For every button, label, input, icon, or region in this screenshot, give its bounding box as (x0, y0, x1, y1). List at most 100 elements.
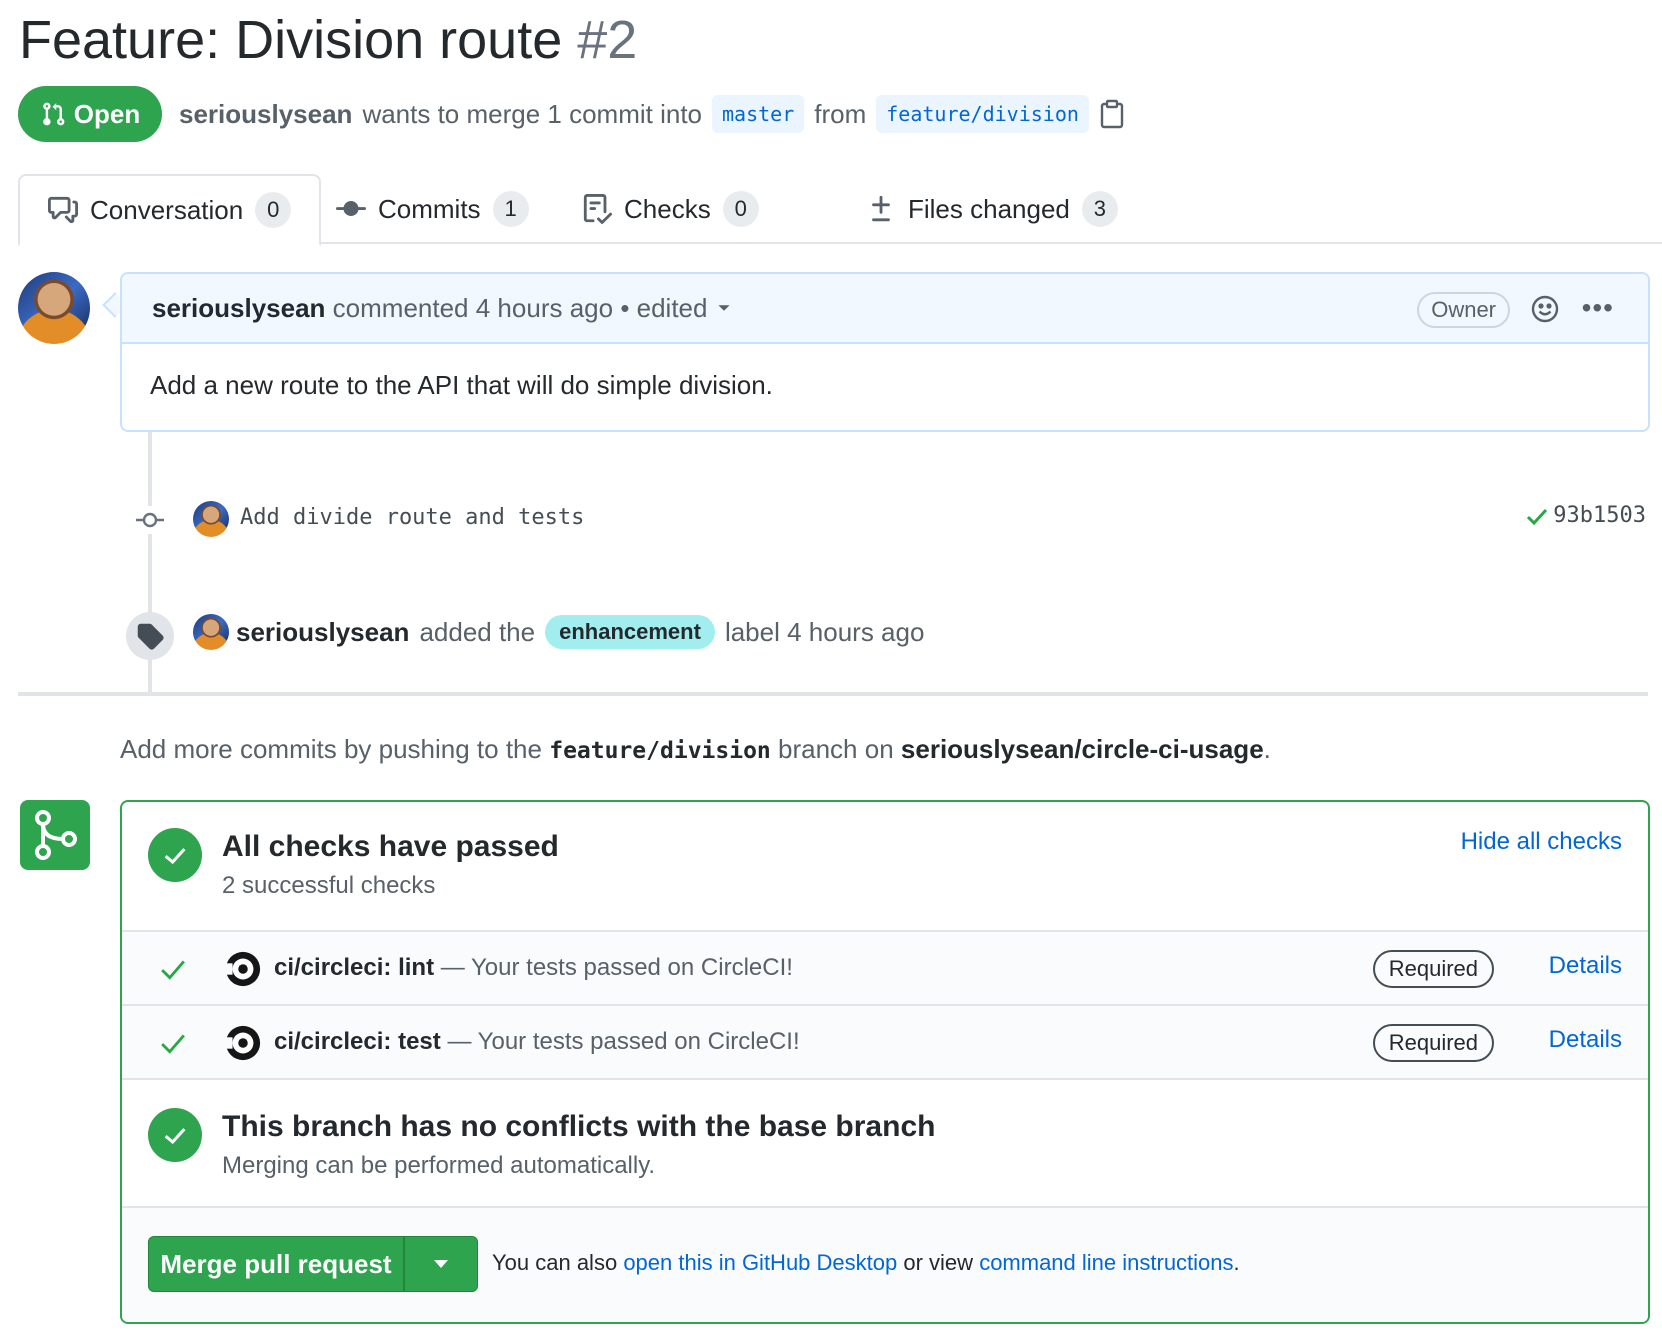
check-text: ci/circleci: lint — Your tests passed on… (274, 954, 793, 982)
check-row: ci/circleci: lint — Your tests passed on… (122, 930, 1648, 1004)
push-hint-prefix: Add more commits by pushing to the (120, 734, 542, 764)
push-hint-middle: branch on (778, 734, 894, 764)
checks-passed-icon (148, 828, 202, 882)
commit-sha[interactable]: 93b1503 (1525, 503, 1646, 528)
comment-author[interactable]: seriouslysean (152, 293, 325, 324)
merge-options-dropdown[interactable] (405, 1237, 477, 1291)
merge-alternatives: You can also open this in GitHub Desktop… (492, 1250, 1240, 1276)
check-text: ci/circleci: test — Your tests passed on… (274, 1028, 800, 1056)
pr-state-label: Open (73, 98, 141, 129)
check-details-link[interactable]: Details (1549, 952, 1622, 980)
tag-icon (137, 623, 164, 650)
check-icon (161, 1034, 185, 1054)
commit-message[interactable]: Add divide route and tests (240, 505, 584, 530)
check-details-link[interactable]: Details (1549, 1026, 1622, 1054)
tab-files-changed[interactable]: Files changed 3 (866, 174, 1118, 244)
command-line-instructions-link[interactable]: command line instructions (979, 1250, 1233, 1275)
label-actor[interactable]: seriouslysean (236, 617, 409, 648)
check-description: — Your tests passed on CircleCI! (440, 954, 793, 981)
push-hint: Add more commits by pushing to the featu… (120, 734, 1271, 765)
caret-down-icon[interactable] (717, 301, 731, 315)
diff-icon (872, 195, 890, 222)
github-desktop-link[interactable]: open this in GitHub Desktop (623, 1250, 897, 1275)
circleci-logo-icon (224, 1025, 261, 1061)
timeline-divider (18, 692, 1648, 696)
conflict-subtitle: Merging can be performed automatically. (222, 1152, 656, 1179)
label-event: seriouslysean added the enhancement labe… (236, 610, 924, 654)
tab-conversation-label: Conversation (90, 194, 244, 225)
merge-section: Merge pull request You can also open thi… (122, 1206, 1648, 1322)
merge-pull-request-button[interactable]: Merge pull request (149, 1237, 405, 1291)
pr-meta: seriouslysean wants to merge 1 commit in… (179, 92, 1125, 136)
checks-subtitle: 2 successful checks (222, 872, 436, 899)
circleci-logo-icon (224, 951, 261, 987)
check-description: — Your tests passed on CircleCI! (447, 1028, 800, 1055)
check-icon (164, 848, 186, 865)
label-enhancement[interactable]: enhancement (545, 615, 715, 649)
tab-commits[interactable]: Commits 1 (336, 174, 529, 244)
git-pull-request-icon (43, 102, 65, 126)
label-action: added the (419, 616, 536, 647)
tab-commits-count: 1 (492, 191, 529, 227)
check-icon (1527, 508, 1548, 525)
required-badge: Required (1372, 950, 1494, 988)
merge-button-group: Merge pull request (148, 1236, 478, 1292)
page-title: Feature: Division route #2 (19, 2, 637, 78)
pr-state-badge: Open (18, 86, 162, 142)
pr-title: Feature: Division route (19, 10, 563, 70)
check-name: ci/circleci: lint (274, 954, 435, 981)
clipboard-copy-icon[interactable] (1099, 99, 1125, 129)
pr-number: #2 (577, 10, 638, 70)
tab-checks[interactable]: Checks 0 (582, 174, 759, 244)
check-icon (164, 1128, 186, 1145)
comment-time[interactable]: 4 hours ago (476, 293, 613, 324)
label-actor-avatar[interactable] (193, 614, 229, 650)
merge-alt-suffix: . (1233, 1250, 1240, 1275)
base-branch[interactable]: master (712, 95, 805, 133)
tab-conversation-count: 0 (255, 192, 292, 228)
comment-discussion-icon (48, 196, 78, 224)
tab-conversation[interactable]: Conversation 0 (18, 174, 322, 246)
pr-author-link[interactable]: seriouslysean (179, 99, 352, 130)
commit-author-avatar[interactable] (193, 501, 229, 537)
required-badge: Required (1372, 1024, 1494, 1062)
commit-sha-text: 93b1503 (1553, 503, 1646, 528)
label-suffix: label 4 hours ago (724, 616, 925, 647)
comment-author-avatar[interactable] (18, 272, 90, 344)
tab-files-changed-label: Files changed (908, 193, 1070, 224)
check-row: ci/circleci: test — Your tests passed on… (122, 1004, 1648, 1078)
owner-badge: Owner (1417, 292, 1510, 328)
merge-box: All checks have passed 2 successful chec… (120, 800, 1650, 1324)
merge-text: wants to merge 1 commit into (362, 98, 703, 129)
tab-checks-count: 0 (722, 191, 759, 227)
git-commit-icon (136, 506, 164, 534)
checklist-icon (583, 194, 612, 224)
merge-status-icon (20, 800, 90, 870)
git-merge-icon (35, 810, 77, 860)
comment-action: commented (332, 292, 469, 323)
comment-edited[interactable]: • edited (620, 293, 707, 324)
merge-alt-prefix: You can also (492, 1250, 618, 1275)
comment-header: seriouslysean commented 4 hours ago • ed… (122, 274, 1648, 344)
triangle-down-icon (434, 1260, 448, 1268)
kebab-horizontal-icon[interactable]: ••• (1582, 294, 1614, 322)
no-conflicts-icon (148, 1108, 202, 1162)
conflict-section: This branch has no conflicts with the ba… (122, 1078, 1648, 1206)
tab-files-changed-count: 3 (1081, 191, 1118, 227)
hide-all-checks-link[interactable]: Hide all checks (1461, 828, 1622, 856)
comment-body: Add a new route to the API that will do … (150, 370, 773, 400)
check-name: ci/circleci: test (274, 1028, 441, 1055)
smiley-icon[interactable] (1530, 294, 1560, 324)
tab-commits-label: Commits (378, 193, 481, 224)
git-commit-icon (336, 201, 366, 217)
head-branch[interactable]: feature/division (876, 95, 1089, 133)
merge-alt-middle: or view (903, 1250, 974, 1275)
push-hint-repo[interactable]: seriouslysean/circle-ci-usage (901, 734, 1264, 764)
label-event-badge (126, 612, 174, 660)
push-hint-branch: feature/division (549, 738, 771, 764)
check-icon (161, 960, 185, 980)
pr-tabs: Conversation 0 Commits 1 Checks 0 Files … (18, 174, 1662, 246)
checks-title: All checks have passed (222, 830, 559, 863)
conflict-title: This branch has no conflicts with the ba… (222, 1110, 936, 1143)
tab-checks-label: Checks (624, 193, 711, 224)
